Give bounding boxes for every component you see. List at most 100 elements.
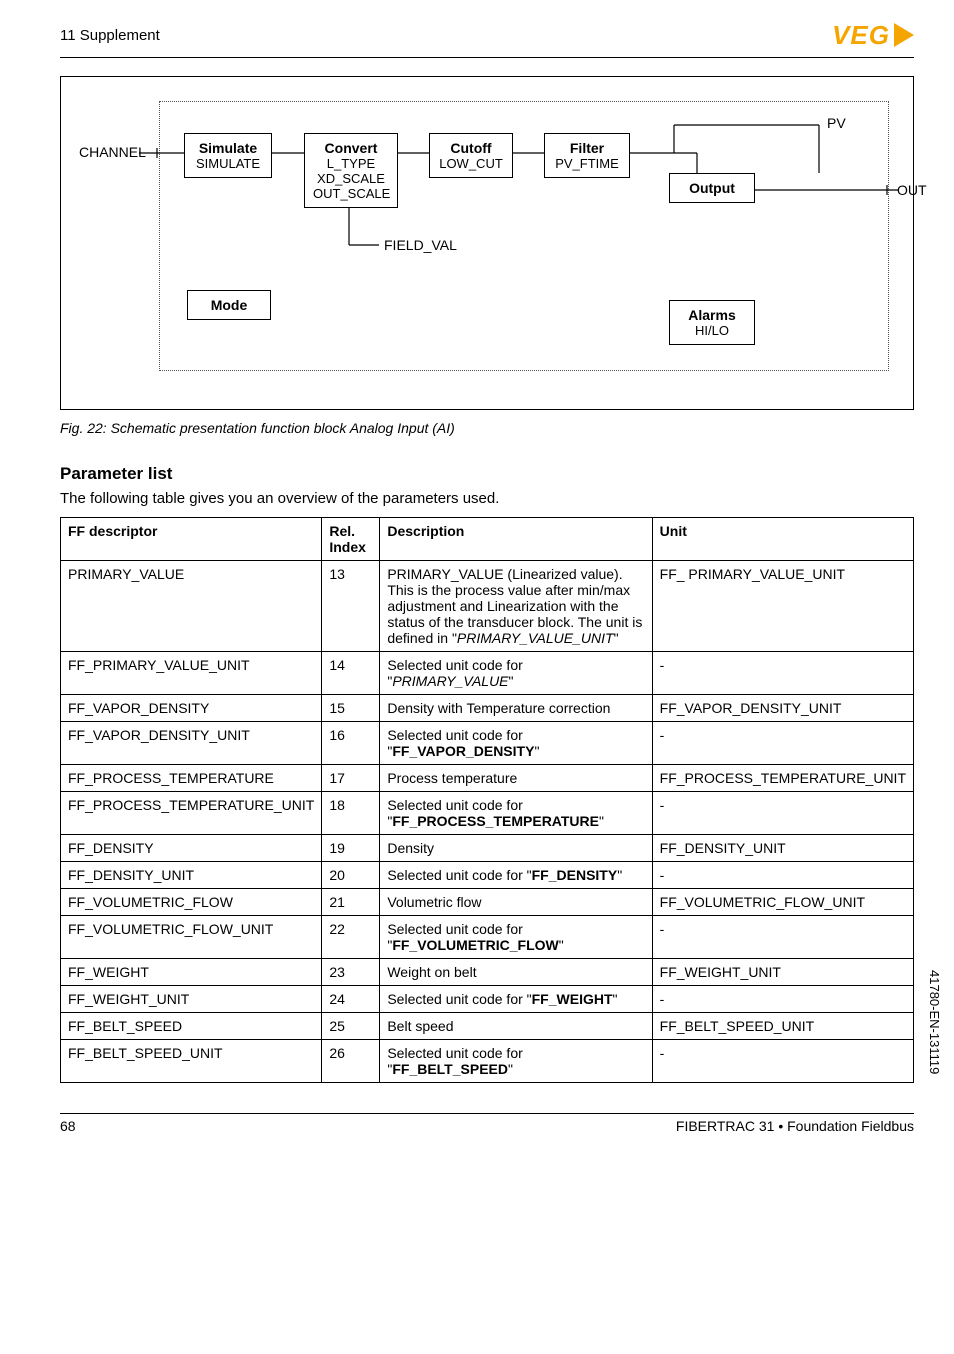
cell-unit: FF_PROCESS_TEMPERATURE_UNIT <box>652 765 913 792</box>
brand-logo: VEG <box>832 20 914 51</box>
table-row: FF_PRIMARY_VALUE_UNIT14Selected unit cod… <box>61 652 914 695</box>
cell-unit: FF_BELT_SPEED_UNIT <box>652 1013 913 1040</box>
cell-idx: 23 <box>322 959 380 986</box>
diagram-box-convert: Convert L_TYPE XD_SCALE OUT_SCALE <box>304 133 398 208</box>
diagram-box-title: Cutoff <box>438 140 504 156</box>
cell-desc: Density <box>380 835 652 862</box>
figure-caption: Fig. 22: Schematic presentation function… <box>60 420 914 436</box>
diagram-box-title: Convert <box>313 140 389 156</box>
cell-ff: FF_BELT_SPEED <box>61 1013 322 1040</box>
cell-idx: 22 <box>322 916 380 959</box>
table-row: FF_BELT_SPEED25Belt speedFF_BELT_SPEED_U… <box>61 1013 914 1040</box>
col-header-ff: FF descriptor <box>61 518 322 561</box>
page-header: 11 Supplement VEG <box>60 20 914 58</box>
cell-ff: FF_WEIGHT_UNIT <box>61 986 322 1013</box>
function-block-diagram: CHANNEL Simulate SIMULATE Convert L_TYPE… <box>79 95 899 385</box>
table-row: FF_WEIGHT23Weight on beltFF_WEIGHT_UNIT <box>61 959 914 986</box>
cell-unit: - <box>652 916 913 959</box>
cell-desc: Belt speed <box>380 1013 652 1040</box>
col-header-unit: Unit <box>652 518 913 561</box>
table-row: FF_VOLUMETRIC_FLOW_UNIT22Selected unit c… <box>61 916 914 959</box>
diagram-box-title: Simulate <box>193 140 263 156</box>
cell-ff: FF_WEIGHT <box>61 959 322 986</box>
diagram-label-pv: PV <box>827 115 846 131</box>
cell-ff: FF_VOLUMETRIC_FLOW_UNIT <box>61 916 322 959</box>
table-row: FF_PROCESS_TEMPERATURE17Process temperat… <box>61 765 914 792</box>
cell-ff: FF_VAPOR_DENSITY <box>61 695 322 722</box>
cell-unit: - <box>652 862 913 889</box>
cell-ff: FF_PROCESS_TEMPERATURE_UNIT <box>61 792 322 835</box>
cell-idx: 15 <box>322 695 380 722</box>
diagram-box-alarms: Alarms HI/LO <box>669 300 755 345</box>
cell-desc: Selected unit code for "FF_BELT_SPEED" <box>380 1040 652 1083</box>
cell-desc: Selected unit code for "FF_WEIGHT" <box>380 986 652 1013</box>
table-row: FF_VOLUMETRIC_FLOW21Volumetric flowFF_VO… <box>61 889 914 916</box>
cell-ff: FF_DENSITY_UNIT <box>61 862 322 889</box>
diagram-box-sub: PV_FTIME <box>553 156 621 171</box>
cell-idx: 17 <box>322 765 380 792</box>
cell-idx: 21 <box>322 889 380 916</box>
cell-unit: FF_VAPOR_DENSITY_UNIT <box>652 695 913 722</box>
table-row: FF_VAPOR_DENSITY15Density with Temperatu… <box>61 695 914 722</box>
diagram-box-sub: L_TYPE XD_SCALE OUT_SCALE <box>313 156 389 201</box>
cell-unit: - <box>652 652 913 695</box>
logo-triangle-icon <box>894 23 914 47</box>
table-row: FF_WEIGHT_UNIT24Selected unit code for "… <box>61 986 914 1013</box>
cell-unit: - <box>652 1040 913 1083</box>
table-row: PRIMARY_VALUE13PRIMARY_VALUE (Linearized… <box>61 561 914 652</box>
cell-desc: Selected unit code for "FF_PROCESS_TEMPE… <box>380 792 652 835</box>
diagram-box-title: Alarms <box>678 307 746 323</box>
cell-idx: 14 <box>322 652 380 695</box>
diagram-box-title: Filter <box>553 140 621 156</box>
table-row: FF_BELT_SPEED_UNIT26Selected unit code f… <box>61 1040 914 1083</box>
page-footer: 68 FIBERTRAC 31 • Foundation Fieldbus <box>60 1113 914 1134</box>
cell-ff: FF_VOLUMETRIC_FLOW <box>61 889 322 916</box>
logo-text: VEG <box>832 20 890 51</box>
cell-idx: 19 <box>322 835 380 862</box>
diagram-box-sub: HI/LO <box>678 323 746 338</box>
cell-desc: Selected unit code for "FF_VOLUMETRIC_FL… <box>380 916 652 959</box>
cell-desc: Volumetric flow <box>380 889 652 916</box>
diagram-box-sub: LOW_CUT <box>438 156 504 171</box>
diagram-box-output: Output <box>669 173 755 203</box>
table-row: FF_DENSITY_UNIT20Selected unit code for … <box>61 862 914 889</box>
cell-unit: FF_WEIGHT_UNIT <box>652 959 913 986</box>
cell-ff: FF_PROCESS_TEMPERATURE <box>61 765 322 792</box>
cell-desc: Density with Temperature correction <box>380 695 652 722</box>
cell-idx: 25 <box>322 1013 380 1040</box>
diagram-label-channel: CHANNEL <box>79 144 146 160</box>
cell-idx: 16 <box>322 722 380 765</box>
cell-ff: FF_PRIMARY_VALUE_UNIT <box>61 652 322 695</box>
cell-unit: FF_DENSITY_UNIT <box>652 835 913 862</box>
cell-ff: FF_VAPOR_DENSITY_UNIT <box>61 722 322 765</box>
cell-desc: Selected unit code for "FF_DENSITY" <box>380 862 652 889</box>
cell-idx: 20 <box>322 862 380 889</box>
diagram-label-fieldval: FIELD_VAL <box>384 237 457 253</box>
diagram-box-filter: Filter PV_FTIME <box>544 133 630 178</box>
diagram-box-mode: Mode <box>187 290 271 320</box>
cell-desc: Process temperature <box>380 765 652 792</box>
col-header-desc: Description <box>380 518 652 561</box>
diagram-label-out: OUT <box>897 182 927 198</box>
diagram-box-title: Output <box>678 180 746 196</box>
diagram-box-cutoff: Cutoff LOW_CUT <box>429 133 513 178</box>
table-row: FF_PROCESS_TEMPERATURE_UNIT18Selected un… <box>61 792 914 835</box>
cell-idx: 18 <box>322 792 380 835</box>
col-header-idx: Rel. Index <box>322 518 380 561</box>
cell-unit: FF_ PRIMARY_VALUE_UNIT <box>652 561 913 652</box>
cell-ff: PRIMARY_VALUE <box>61 561 322 652</box>
cell-desc: PRIMARY_VALUE (Linearized value). This i… <box>380 561 652 652</box>
cell-idx: 26 <box>322 1040 380 1083</box>
cell-desc: Selected unit code for "PRIMARY_VALUE" <box>380 652 652 695</box>
table-header-row: FF descriptor Rel. Index Description Uni… <box>61 518 914 561</box>
cell-idx: 13 <box>322 561 380 652</box>
cell-desc: Selected unit code for "FF_VAPOR_DENSITY… <box>380 722 652 765</box>
diagram-box-sub: SIMULATE <box>193 156 263 171</box>
cell-ff: FF_DENSITY <box>61 835 322 862</box>
parameter-table: FF descriptor Rel. Index Description Uni… <box>60 517 914 1083</box>
cell-ff: FF_BELT_SPEED_UNIT <box>61 1040 322 1083</box>
cell-unit: - <box>652 986 913 1013</box>
parameter-list-heading: Parameter list <box>60 464 914 484</box>
cell-unit: - <box>652 722 913 765</box>
page-number: 68 <box>60 1118 76 1134</box>
